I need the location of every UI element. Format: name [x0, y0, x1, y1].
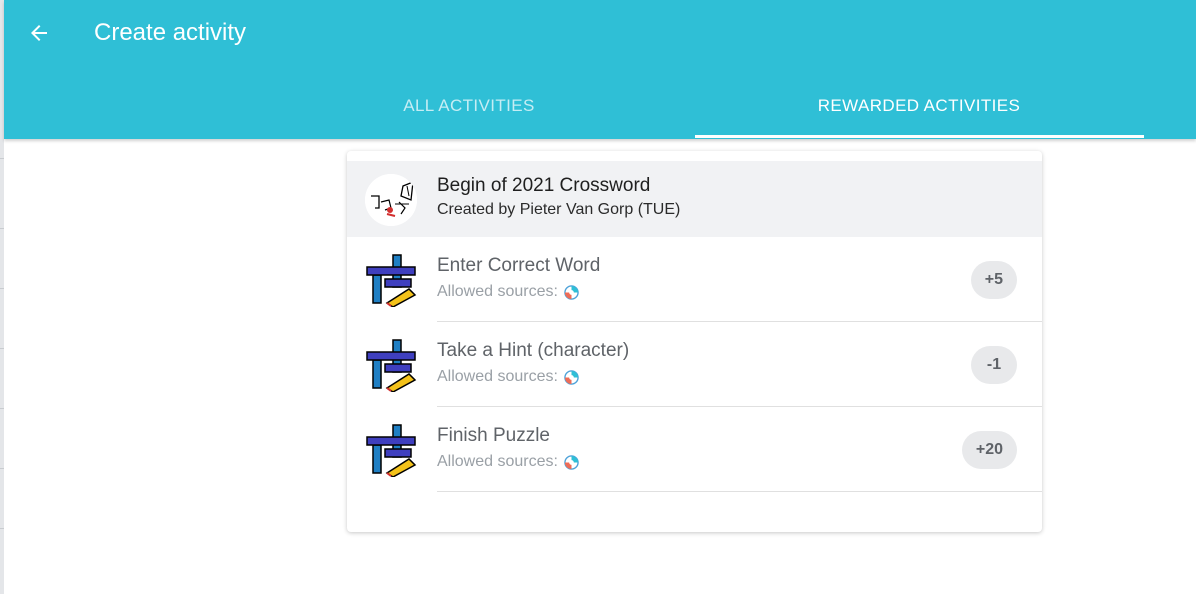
page-title: Create activity	[94, 19, 247, 46]
crossword-pencil-icon	[365, 338, 417, 393]
edge-tick	[0, 158, 4, 159]
allowed-sources-label: Allowed sources:	[437, 368, 558, 385]
edge-tick	[0, 288, 4, 289]
cartoon-logo-icon	[365, 174, 417, 226]
avatar	[365, 174, 417, 226]
edge-tick	[0, 408, 4, 409]
tab-label: REWARDED ACTIVITIES	[817, 95, 1021, 115]
crossword-pencil-icon	[365, 253, 417, 308]
divider	[437, 491, 1042, 492]
tab-bar: ALL ACTIVITIES REWARDED ACTIVITIES	[244, 72, 1144, 139]
points-badge: -1	[971, 346, 1017, 384]
allowed-sources-label: Allowed sources:	[437, 453, 558, 470]
arrow-left-icon	[31, 25, 47, 41]
activity-card: Begin of 2021 Crossword Created by Piete…	[347, 151, 1042, 532]
back-button[interactable]	[24, 18, 54, 48]
edge-tick	[0, 468, 4, 469]
source-app-icon	[564, 369, 579, 385]
activity-header[interactable]: Begin of 2021 Crossword Created by Piete…	[347, 161, 1042, 237]
source-app-icon	[564, 454, 579, 470]
edge-tick	[0, 348, 4, 349]
edge-tick	[0, 228, 4, 229]
activity-name: Finish Puzzle	[437, 425, 550, 446]
tab-label: ALL ACTIVITIES	[403, 95, 535, 115]
activity-title: Begin of 2021 Crossword	[437, 175, 651, 196]
activity-name: Take a Hint (character)	[437, 340, 630, 361]
tab-all-activities[interactable]: ALL ACTIVITIES	[244, 72, 694, 139]
points-badge: +20	[961, 431, 1017, 469]
allowed-sources: Allowed sources:	[437, 368, 579, 386]
allowed-sources-label: Allowed sources:	[437, 283, 558, 300]
active-tab-indicator	[695, 135, 1144, 138]
allowed-sources: Allowed sources:	[437, 283, 579, 301]
list-item[interactable]: Enter Correct Word Allowed sources: +5	[347, 237, 1042, 322]
source-app-icon	[564, 284, 579, 300]
allowed-sources: Allowed sources:	[437, 453, 579, 471]
list-item[interactable]: Finish Puzzle Allowed sources: +20	[347, 407, 1042, 492]
tab-rewarded-activities[interactable]: REWARDED ACTIVITIES	[694, 72, 1144, 139]
app-bar: Create activity ALL ACTIVITIES REWARDED …	[4, 0, 1196, 139]
edge-tick	[0, 528, 4, 529]
crossword-pencil-icon	[365, 423, 417, 478]
activity-creator: Created by Pieter Van Gorp (TUE)	[437, 201, 681, 218]
points-badge: +5	[970, 261, 1017, 299]
list-item[interactable]: Take a Hint (character) Allowed sources:…	[347, 322, 1042, 407]
activity-name: Enter Correct Word	[437, 255, 601, 276]
